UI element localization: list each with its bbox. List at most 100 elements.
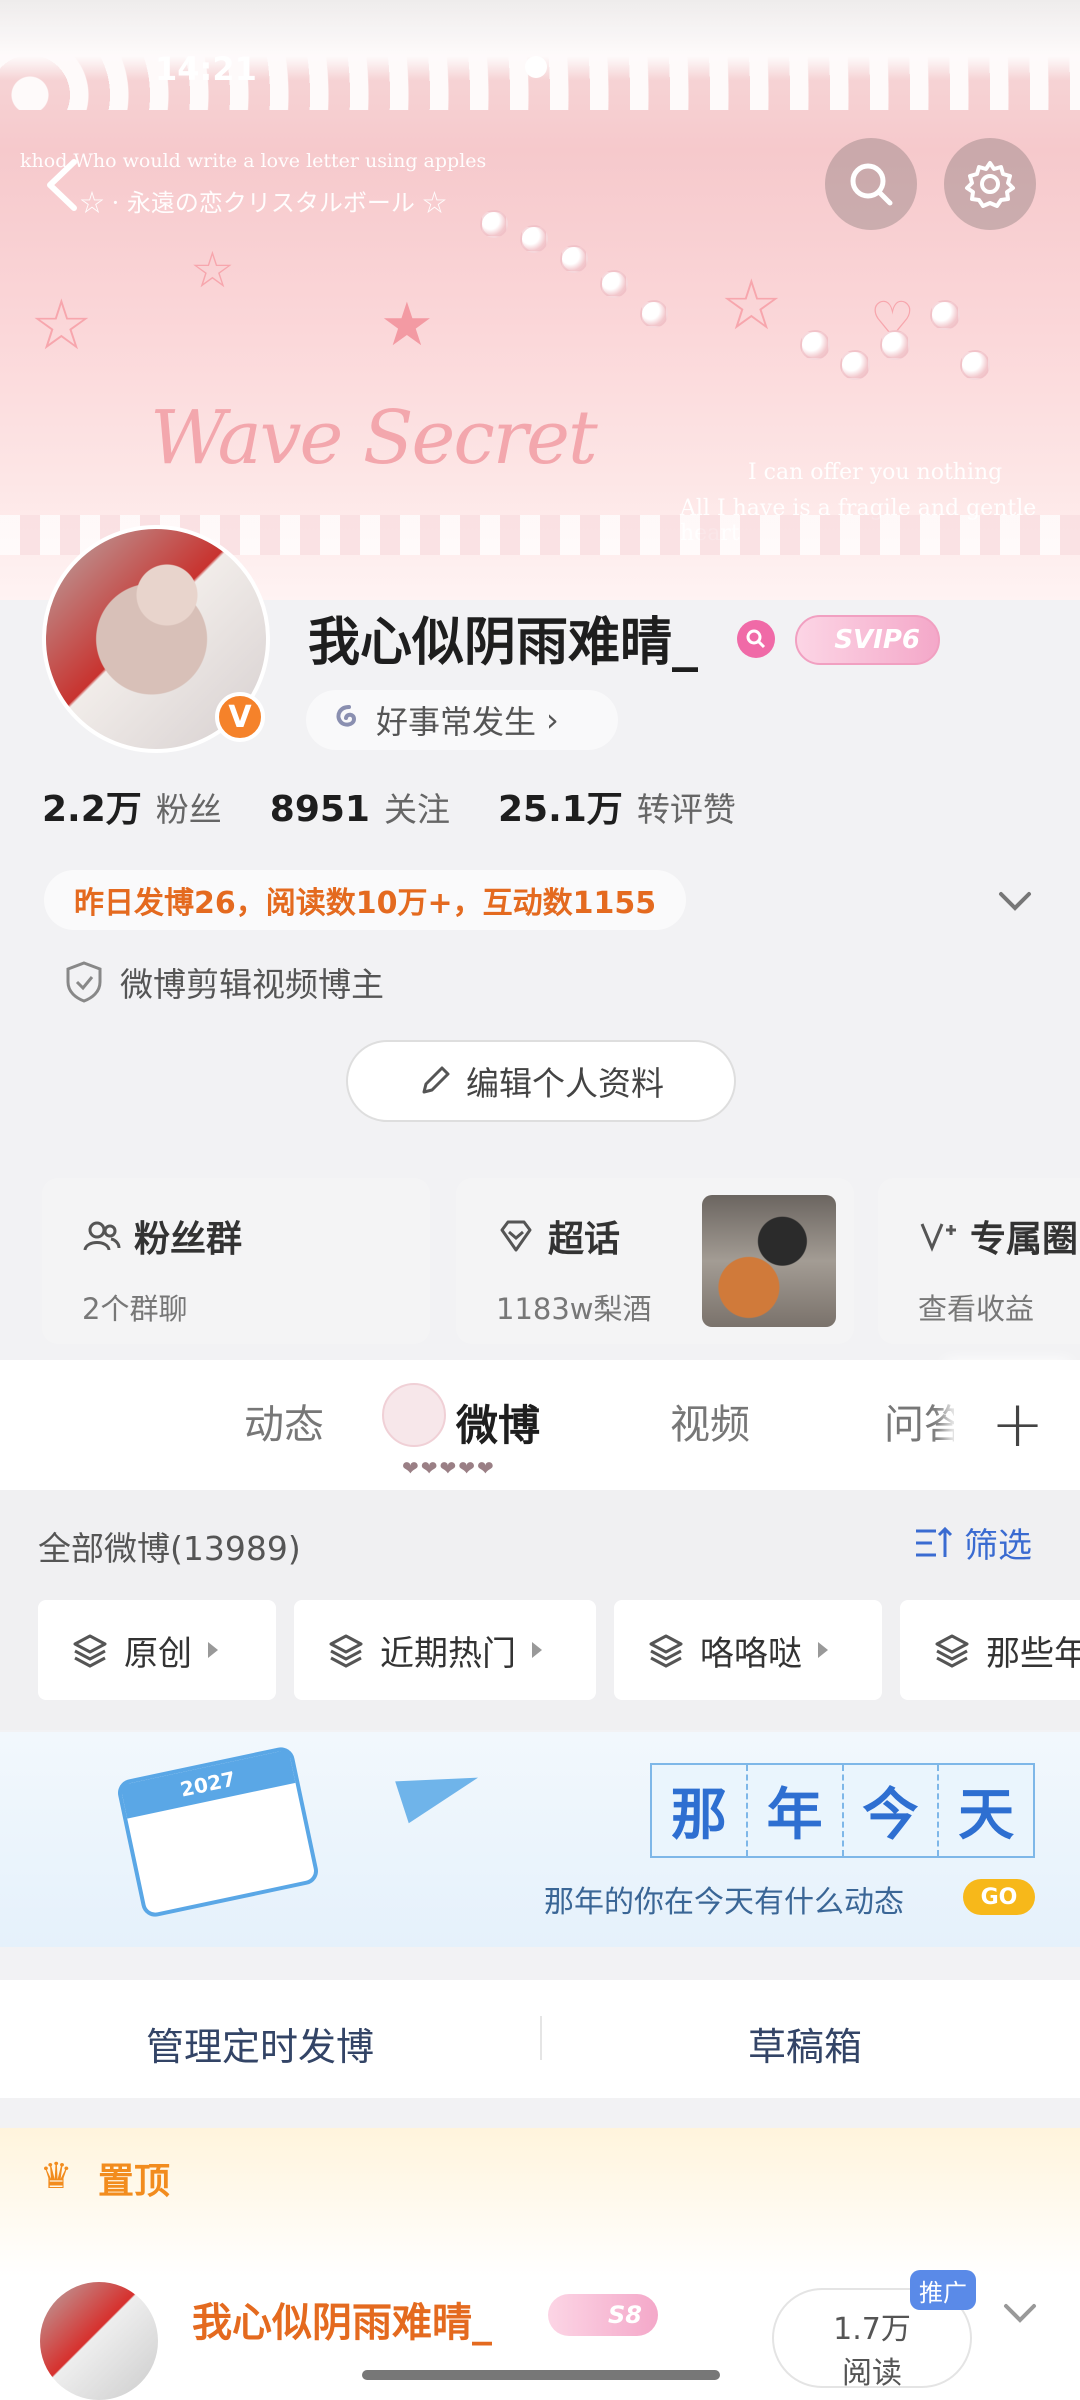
profile-tag[interactable]: 好事常发生 › xyxy=(306,690,618,750)
go-button[interactable]: GO xyxy=(963,1879,1035,1915)
crown-icon: ♛ xyxy=(40,2156,73,2197)
pearl-decoration xyxy=(960,350,990,380)
vip-badge: S8 xyxy=(548,2294,658,2336)
chip-label: 咯咯哒 xyxy=(700,1633,802,1674)
promote-badge[interactable]: 推广 xyxy=(910,2270,976,2310)
username: 我心似阴雨难晴_ xyxy=(308,613,699,673)
star-decoration: ★ xyxy=(380,290,434,360)
gear-icon xyxy=(965,161,1015,208)
stat-followers[interactable]: 2.2万 粉丝 xyxy=(42,780,222,832)
edit-profile-button[interactable]: 编辑个人资料 xyxy=(346,1040,736,1122)
search-button[interactable] xyxy=(825,138,917,230)
star-decoration: ☆ xyxy=(30,284,93,366)
chip-original[interactable]: 原创 xyxy=(38,1600,276,1700)
moon-icon xyxy=(525,56,547,78)
home-indicator[interactable] xyxy=(362,2370,720,2380)
card-subtitle: 2个群聊 xyxy=(82,1292,188,1326)
pearl-decoration xyxy=(880,330,910,360)
read-count-label: 阅读 xyxy=(842,2356,902,2391)
read-count-value: 1.7万 xyxy=(833,2312,911,2347)
chip-label: 近期热门 xyxy=(380,1633,516,1674)
certification[interactable]: 微博剪辑视频博主 xyxy=(64,958,384,1006)
layers-icon xyxy=(329,1634,363,1668)
post-avatar[interactable] xyxy=(40,2282,158,2400)
layers-icon xyxy=(73,1634,107,1668)
profile-cover-banner[interactable]: ☆ ☆ ☆ ♡ ★ khod Who would write a love le… xyxy=(0,0,1080,600)
banner-caption: ☆ · 永遠の恋クリスタルボール ☆ xyxy=(80,189,447,217)
edit-profile-label: 编辑个人资料 xyxy=(466,1064,664,1103)
pearl-decoration xyxy=(800,330,830,360)
pencil-icon xyxy=(422,1066,450,1094)
chevron-left-icon xyxy=(47,159,77,211)
chevron-down-icon xyxy=(999,892,1031,911)
title-char: 天 xyxy=(958,1782,1015,1848)
tab-hearts-decoration: ❤❤❤❤❤ xyxy=(402,1456,496,1480)
card-exclusive-circle[interactable]: 专属圈 查看收益 xyxy=(878,1178,1080,1344)
chip-label: 原创 xyxy=(124,1633,192,1674)
pearl-decoration xyxy=(600,270,628,298)
divider xyxy=(540,2016,542,2060)
yesterday-summary[interactable]: 昨日发博26，阅读数10万+，互动数1155 xyxy=(44,870,687,930)
drafts-button[interactable]: 草稿箱 xyxy=(748,2016,862,2071)
magnify-badge-icon[interactable] xyxy=(737,620,775,658)
scheduled-posts-button[interactable]: 管理定时发博 xyxy=(146,2016,374,2071)
card-title: 超话 xyxy=(548,1219,621,1260)
card-title: 粉丝群 xyxy=(134,1219,243,1260)
tab-dynamics[interactable]: 动态 xyxy=(244,1392,324,1450)
pinned-label: 置顶 xyxy=(98,2161,171,2202)
filter-label: 筛选 xyxy=(964,1526,1032,1566)
card-fan-group[interactable]: 粉丝群 2个群聊 xyxy=(42,1178,430,1344)
all-weibo-count: 全部微博(13989) xyxy=(38,1529,301,1568)
stat-interactions[interactable]: 25.1万 转评赞 xyxy=(498,780,736,832)
pearl-decoration xyxy=(840,350,870,380)
triangle-right-icon xyxy=(208,1642,218,1658)
profile-tabs: 动态 微博 视频 问答 xyxy=(0,1360,1080,1490)
add-tab-button[interactable]: + xyxy=(955,1360,1080,1490)
filter-button[interactable]: 筛选 xyxy=(914,1518,1032,1567)
title-char: 今 xyxy=(844,1765,940,1856)
on-this-day-title: 那 年 今 天 xyxy=(650,1763,1035,1858)
certification-label: 微博剪辑视频博主 xyxy=(120,965,384,1004)
shield-icon xyxy=(66,961,102,1003)
chip-label: 那些年 xyxy=(986,1633,1080,1674)
diamond-icon xyxy=(500,1220,532,1252)
triangle-right-icon xyxy=(818,1642,828,1658)
layers-icon xyxy=(935,1634,969,1668)
star-decoration: ☆ xyxy=(720,264,783,346)
chip-recent-hot[interactable]: 近期热门 xyxy=(294,1600,596,1700)
status-time: 14:21 xyxy=(155,50,257,88)
post-menu-button[interactable] xyxy=(1000,2292,1040,2336)
card-title: 专属圈 xyxy=(970,1219,1079,1260)
filter-icon xyxy=(916,1526,953,1557)
banner-brand: Wave Secret xyxy=(150,395,598,481)
chip-those-years[interactable]: 那些年 xyxy=(900,1600,1080,1700)
chip-gegeda[interactable]: 咯咯哒 xyxy=(614,1600,882,1700)
tab-weibo[interactable]: 微博 xyxy=(456,1392,540,1453)
post-username[interactable]: 我心似阴雨难晴_ xyxy=(192,2290,492,2348)
settings-button[interactable] xyxy=(944,138,1036,230)
chevron-down-icon xyxy=(1004,2304,1036,2323)
stat-following[interactable]: 8951 关注 xyxy=(270,783,450,831)
group-icon xyxy=(83,1221,121,1251)
pearl-decoration xyxy=(640,300,668,328)
pearl-decoration xyxy=(930,300,960,330)
tab-qa[interactable]: 问答 xyxy=(884,1392,954,1450)
tab-video[interactable]: 视频 xyxy=(670,1392,750,1450)
pearl-decoration xyxy=(520,225,548,253)
card-subtitle: 查看收益 xyxy=(918,1292,1035,1326)
layers-icon xyxy=(649,1634,683,1668)
expand-button[interactable] xyxy=(995,880,1035,920)
card-super-topic[interactable]: 超话 1183w梨酒 xyxy=(456,1178,854,1344)
super-topic-thumbnail xyxy=(702,1195,836,1327)
pearl-decoration xyxy=(560,245,588,273)
on-this-day-subtitle: 那年的你在今天有什么动态 xyxy=(544,1885,904,1920)
back-button[interactable] xyxy=(30,150,100,220)
banner-quote: I can offer you nothing xyxy=(748,460,1003,485)
swirl-icon xyxy=(336,705,357,727)
pearl-decoration xyxy=(480,210,508,238)
tab-decoration-icon xyxy=(382,1383,446,1447)
verified-badge: V xyxy=(215,692,265,742)
title-char: 年 xyxy=(748,1765,844,1856)
svip-badge[interactable]: SVIP6 xyxy=(795,615,940,665)
triangle-right-icon xyxy=(532,1642,542,1658)
